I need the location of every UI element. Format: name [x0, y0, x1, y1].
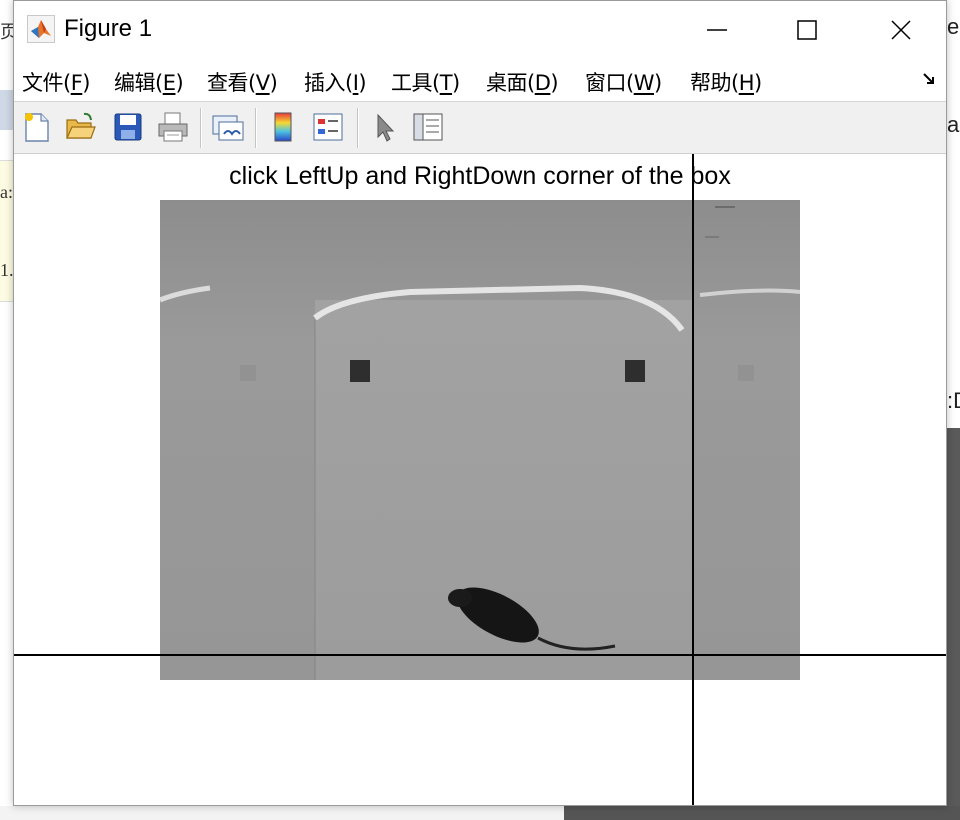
toolbar-separator [255, 108, 257, 148]
menu-label: 文件( [22, 71, 71, 95]
menu-accel: F [70, 71, 83, 95]
close-button[interactable] [878, 9, 924, 51]
background-strip [0, 90, 13, 130]
title-bar[interactable]: Figure 1 [14, 1, 946, 59]
figure-window: Figure 1 文件(F) 编辑(E) 查看(V) 插入(I) 工具(T) 桌… [13, 0, 947, 806]
menu-label: 窗口( [585, 71, 634, 95]
menu-desktop[interactable]: 桌面(D) [486, 67, 559, 97]
menu-accel: D [534, 71, 551, 95]
open-file-icon[interactable] [64, 110, 98, 144]
menu-label: 桌面( [486, 71, 535, 95]
crosshair-vertical [692, 154, 694, 805]
menu-label: 查看( [207, 71, 256, 95]
menu-tools[interactable]: 工具(T) [391, 67, 460, 97]
background-text: a [947, 112, 960, 137]
menu-help[interactable]: 帮助(H) [690, 67, 762, 97]
maximize-button[interactable] [784, 9, 830, 51]
menu-paren: ) [82, 71, 90, 95]
axes-title: click LeftUp and RightDown corner of the… [229, 162, 731, 190]
menu-accel: T [439, 71, 453, 95]
toolbar-separator [200, 108, 202, 148]
background-text: e [947, 14, 960, 39]
menu-paren: ) [653, 71, 662, 95]
window-title: Figure 1 [64, 15, 153, 42]
menu-paren: ) [550, 71, 559, 95]
figure-canvas[interactable]: click LeftUp and RightDown corner of the… [14, 154, 946, 805]
menu-paren: ) [754, 71, 762, 95]
print-icon[interactable] [156, 110, 190, 144]
toolbar-separator [357, 108, 359, 148]
camera-image[interactable] [160, 200, 800, 680]
new-figure-icon[interactable] [20, 110, 54, 144]
minimize-icon [707, 29, 727, 31]
menu-label: 编辑( [114, 71, 163, 95]
menu-accel: E [162, 71, 176, 95]
menu-label: 插入( [304, 71, 353, 95]
menu-accel: V [255, 71, 270, 95]
crosshair-horizontal [14, 654, 946, 656]
background-text: a: [0, 182, 13, 202]
background-text: 页 [0, 22, 13, 42]
toolbar [14, 101, 946, 154]
background-text: 1. [0, 260, 13, 280]
maximize-icon [797, 20, 817, 40]
menu-insert[interactable]: 插入(I) [304, 67, 367, 97]
background-dark-panel [947, 428, 960, 820]
menu-label: 工具( [391, 71, 440, 95]
menu-view[interactable]: 查看(V) [207, 67, 278, 97]
matlab-icon [27, 15, 55, 43]
menu-window[interactable]: 窗口(W) [585, 67, 662, 97]
menu-file[interactable]: 文件(F) [22, 67, 90, 97]
insert-legend-icon[interactable] [311, 110, 345, 144]
minimize-button[interactable] [694, 9, 740, 51]
close-icon [891, 20, 911, 40]
dock-arrow-icon[interactable] [922, 71, 936, 90]
menu-bar: 文件(F) 编辑(E) 查看(V) 插入(I) 工具(T) 桌面(D) 窗口(W… [14, 59, 946, 101]
edit-plot-cursor-icon[interactable] [368, 110, 402, 144]
menu-paren: ) [175, 71, 184, 95]
menu-label: 帮助( [690, 71, 739, 95]
menu-accel: H [738, 71, 755, 95]
menu-paren: ) [358, 71, 367, 95]
insert-colorbar-icon[interactable] [266, 110, 300, 144]
link-plot-icon[interactable] [211, 110, 245, 144]
property-inspector-icon[interactable] [411, 110, 445, 144]
menu-paren: ) [452, 71, 460, 95]
background-bottom-dark [564, 806, 960, 820]
menu-paren: ) [269, 71, 278, 95]
background-text: :D [947, 388, 960, 413]
save-icon[interactable] [111, 110, 145, 144]
menu-accel: W [633, 71, 655, 95]
menu-edit[interactable]: 编辑(E) [114, 67, 184, 97]
